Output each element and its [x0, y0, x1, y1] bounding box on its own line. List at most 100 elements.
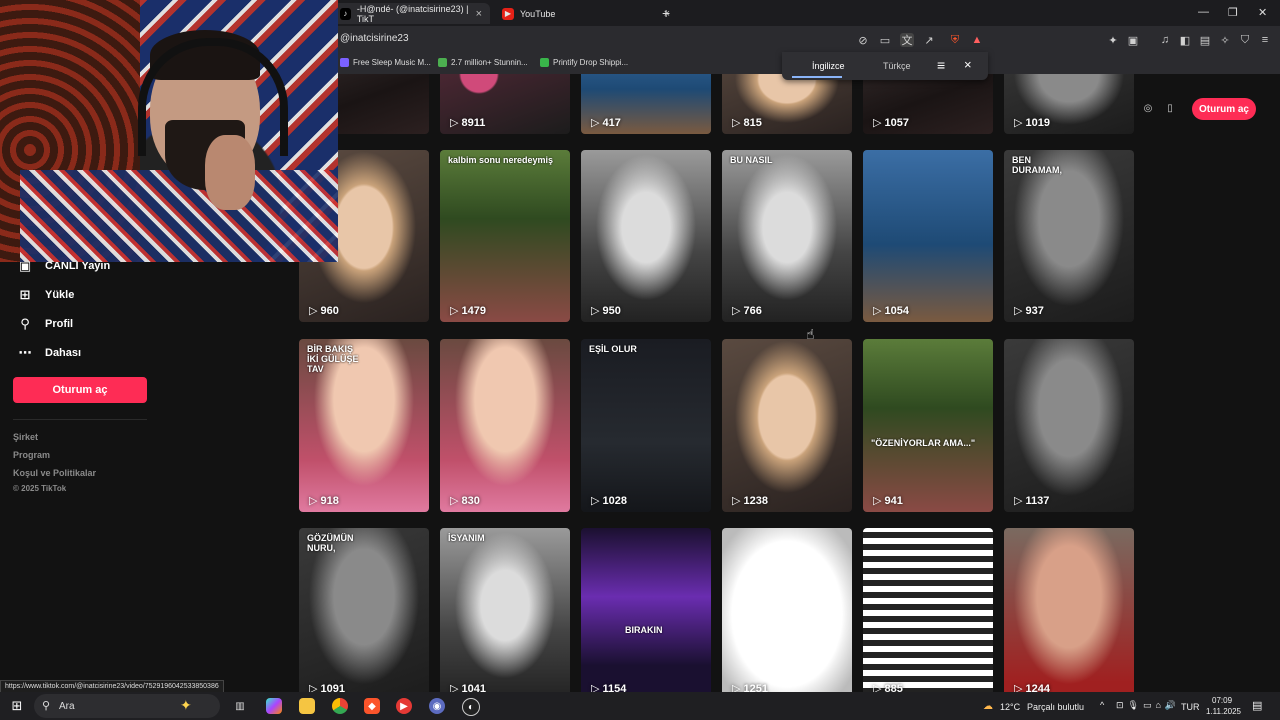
rewards-icon[interactable]: ▲ — [970, 33, 984, 47]
brave-icon[interactable]: ◆ — [364, 698, 380, 714]
file-explorer-icon[interactable] — [299, 698, 315, 714]
translate-close-icon[interactable]: × — [964, 57, 972, 72]
chrome-icon[interactable] — [332, 698, 348, 714]
header-login-button[interactable]: Oturum aç — [1192, 98, 1256, 120]
video-card[interactable]: EŞİL OLUR ▷ 1028 — [581, 339, 711, 512]
footer-link-terms[interactable]: Koşul ve Politikalar — [13, 468, 96, 478]
video-card[interactable]: BEN DURAMAM, ▷ 937 — [1004, 150, 1134, 322]
app-icon[interactable]: ◐ — [462, 698, 480, 716]
tray-icons[interactable]: ⊡🎙▭⌂🔊 — [1116, 700, 1180, 711]
view-count-value: 885 — [884, 682, 903, 693]
footer-link-program[interactable]: Program — [13, 450, 50, 460]
clock-date[interactable]: 1.11.2025 — [1206, 707, 1241, 716]
view-count: ▷ 1479 — [450, 304, 486, 318]
view-count-value: 1479 — [461, 304, 486, 317]
view-count-value: 830 — [461, 494, 480, 507]
taskbar-search[interactable]: ⚲ Ara ✦ — [34, 694, 220, 718]
video-caption: BIRAKIN — [625, 625, 663, 635]
notifications-icon[interactable]: ▤ — [1252, 699, 1262, 712]
extensions-icon[interactable]: ✦ — [1106, 33, 1120, 47]
sidebar-item-upload[interactable]: ⊞ Yükle — [17, 287, 75, 303]
view-count-value: 417 — [602, 116, 621, 129]
sidebar-login-button[interactable]: Oturum aç — [13, 377, 147, 403]
new-tab-button[interactable]: + — [662, 5, 670, 21]
view-count: ▷ 937 — [1014, 304, 1044, 318]
brave-shield-icon[interactable]: ⛨ — [948, 33, 962, 47]
video-card[interactable]: ▷ 885 — [863, 528, 993, 692]
play-icon: ▷ — [591, 117, 600, 129]
video-card[interactable]: ▷ 1019 — [1004, 74, 1134, 134]
music-icon[interactable]: ♫ — [1158, 33, 1172, 47]
video-card[interactable]: ▷ 950 — [581, 150, 711, 322]
video-card[interactable]: ▷ 8911 — [440, 74, 570, 134]
reader-icon[interactable]: ⊘ — [856, 33, 870, 47]
video-card[interactable]: ▷ 1137 — [1004, 339, 1134, 512]
view-count-value: 1091 — [320, 682, 345, 693]
screenshot-icon[interactable]: ▣ — [1126, 33, 1140, 47]
wallet-icon[interactable]: ▤ — [1198, 33, 1212, 47]
close-window-button[interactable]: ✕ — [1258, 6, 1267, 19]
view-count: ▷ 1028 — [591, 494, 627, 508]
share-icon[interactable]: ↗ — [922, 33, 936, 47]
video-card[interactable]: ▷ 1057 — [863, 74, 993, 134]
obs-icon[interactable]: ◉ — [429, 698, 445, 714]
sidebar-icon[interactable]: ◧ — [1178, 33, 1192, 47]
play-icon: ▷ — [732, 117, 741, 129]
vpn-icon[interactable]: ⛉ — [1238, 33, 1252, 47]
view-count: ▷ 960 — [309, 304, 339, 318]
leo-icon[interactable]: ✧ — [1218, 33, 1232, 47]
bookmark-item[interactable]: Free Sleep Music M... — [340, 58, 431, 67]
tab-tiktok[interactable]: ♪ -H@ndé- (@inatcisirine23) | TikT × — [332, 3, 490, 24]
mobile-icon[interactable]: ▯ — [1160, 98, 1180, 118]
view-count: ▷ 1137 — [1014, 494, 1049, 508]
translate-source-tab[interactable]: İngilizce — [812, 61, 845, 71]
video-card[interactable]: İSYANIM ▷ 1041 — [440, 528, 570, 692]
video-card[interactable]: SONBAHARDAYIM▷815 — [722, 74, 852, 134]
view-count-value: 941 — [884, 494, 903, 507]
video-card[interactable]: BİR BAKIŞ İKİ GÜLÜŞE TAV ▷ 918 — [299, 339, 429, 512]
view-count: ▷ 1154 — [591, 682, 626, 693]
url-text[interactable]: @inatcisirine23 — [340, 33, 409, 44]
windows-start-icon[interactable]: ⊞ — [9, 698, 25, 714]
video-card[interactable]: ▷ 1251 — [722, 528, 852, 692]
play-icon: ▷ — [873, 117, 882, 129]
language-indicator[interactable]: TUR — [1181, 702, 1200, 712]
video-card[interactable]: ▷ 830 — [440, 339, 570, 512]
video-card[interactable]: GÖZÜMÜN NURU, ▷ 1091 — [299, 528, 429, 692]
video-card[interactable]: BU NASIL ▷ 766 — [722, 150, 852, 322]
video-card[interactable]: ▷ 1244 — [1004, 528, 1134, 692]
tray-chevron-icon[interactable]: ^ — [1100, 700, 1104, 710]
clock-time[interactable]: 07:09 — [1212, 696, 1232, 705]
view-count: ▷ 1091 — [309, 682, 345, 693]
bookmark-item[interactable]: Printify Drop Shippi... — [540, 58, 628, 67]
translate-target-tab[interactable]: Türkçe — [883, 61, 911, 71]
play-icon: ▷ — [309, 305, 318, 317]
view-count-value: 950 — [602, 304, 621, 317]
menu-icon[interactable]: ≡ — [1258, 33, 1272, 47]
bookmark-item[interactable]: 2.7 million+ Stunnin... — [438, 58, 528, 67]
media-player-icon[interactable]: ▶ — [396, 698, 412, 714]
minimize-button[interactable]: — — [1198, 6, 1209, 18]
tiktok-icon: ♪ — [340, 7, 351, 20]
restore-button[interactable]: ❐ — [1228, 6, 1238, 19]
footer-link-company[interactable]: Şirket — [13, 432, 38, 442]
coins-icon[interactable]: ◎ — [1138, 98, 1158, 118]
youtube-icon: ▶ — [502, 7, 514, 20]
copilot-icon[interactable] — [266, 698, 282, 714]
video-card[interactable]: kalbim sonu neredeymiş ▷ 1479 — [440, 150, 570, 322]
tab-youtube[interactable]: ▶ YouTube × — [494, 3, 684, 24]
close-tab-icon[interactable]: × — [476, 8, 482, 20]
video-card[interactable]: "ÖZENİYORLAR AMA..." ▷ 941 — [863, 339, 993, 512]
play-icon: ▷ — [873, 495, 882, 507]
translate-menu-icon[interactable]: ≡ — [937, 57, 945, 73]
translate-icon[interactable]: 文 — [900, 33, 914, 47]
video-card[interactable]: ▷ 417 — [581, 74, 711, 134]
sidebar-item-profile[interactable]: ⚲ Profil — [17, 316, 73, 332]
video-card[interactable]: ▷ 1054 — [863, 150, 993, 322]
view-count: ▷ 417 — [591, 116, 621, 130]
video-card[interactable]: BIRAKIN ▷ 1154 — [581, 528, 711, 692]
video-card[interactable]: ▷ 1238 — [722, 339, 852, 512]
sidebar-item-more[interactable]: ⋯ Dahası — [17, 345, 82, 361]
cast-icon[interactable]: ▭ — [878, 33, 892, 47]
task-view-icon[interactable]: ▥ — [232, 698, 248, 714]
